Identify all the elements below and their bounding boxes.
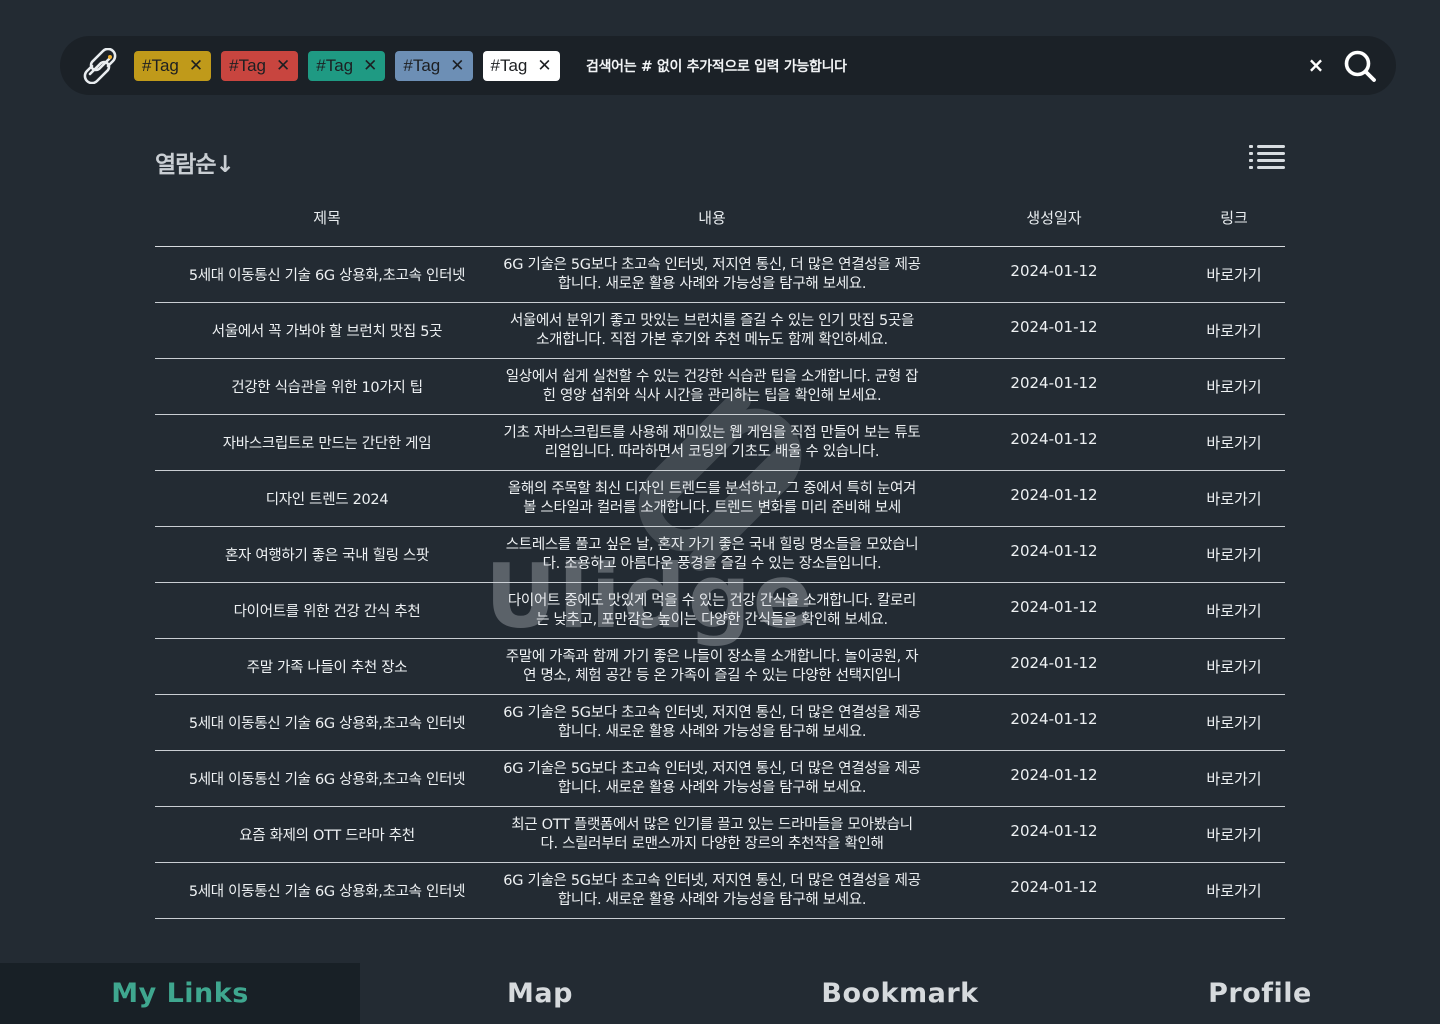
table-row[interactable]: 혼자 여행하기 좋은 국내 힐링 스팟 스트레스를 풀고 싶은 날, 혼자 가기 … (155, 527, 1285, 583)
row-content: 6G 기술은 5G보다 초고속 인터넷, 저지연 통신, 더 많은 연결성을 제… (503, 704, 921, 740)
row-link[interactable]: 바로가기 (1183, 320, 1285, 341)
header-date: 생성일자 (1026, 208, 1082, 227)
sort-dropdown[interactable]: 열람순↓ (155, 145, 235, 179)
tag-chip[interactable]: #Tag ✕ (221, 51, 299, 81)
row-date: 2024-01-12 (1010, 542, 1098, 560)
table-row[interactable]: 건강한 식습관을 위한 10가지 팁 일상에서 쉽게 실천할 수 있는 건강한 식… (155, 359, 1285, 415)
row-content: 일상에서 쉽게 실천할 수 있는 건강한 식습관 팁을 소개합니다. 균형 잡힌… (505, 368, 919, 404)
row-date: 2024-01-12 (1010, 766, 1098, 784)
row-date: 2024-01-12 (1010, 654, 1098, 672)
tag-chip[interactable]: #Tag ✕ (134, 51, 212, 81)
nav-item-my-links[interactable]: My Links (0, 963, 360, 1024)
row-content: 스트레스를 풀고 싶은 날, 혼자 가기 좋은 국내 힐링 명소들을 모았습니다… (505, 536, 919, 572)
row-title: 혼자 여행하기 좋은 국내 힐링 스팟 (224, 548, 430, 564)
nav-item-map[interactable]: Map (360, 963, 720, 1024)
link-logo-icon[interactable] (82, 48, 118, 84)
table-row[interactable]: 5세대 이동통신 기술 6G 상용화,초고속 인터넷 6G 기술은 5G보다 초고… (155, 247, 1285, 303)
search-bar: #Tag ✕ #Tag ✕ #Tag ✕ #Tag ✕ #Tag ✕ 검색어는 # 없이 추가적으… (60, 36, 1396, 95)
tag-chip[interactable]: #Tag ✕ (308, 51, 386, 81)
row-date: 2024-01-12 (1010, 430, 1098, 448)
row-content: 기초 자바스크립트를 사용해 재미있는 웹 게임을 직접 만들어 보는 튜토리얼… (503, 424, 921, 460)
row-link[interactable]: 바로가기 (1183, 880, 1285, 901)
tag-label: #Tag (316, 56, 354, 75)
row-content: 서울에서 분위기 좋고 맛있는 브런치를 즐길 수 있는 인기 맛집 5곳을 소… (509, 312, 915, 348)
nav-item-bookmark[interactable]: Bookmark (720, 963, 1080, 1024)
tag-label: #Tag (490, 56, 528, 75)
row-link[interactable]: 바로가기 (1183, 264, 1285, 285)
row-link[interactable]: 바로가기 (1183, 656, 1285, 677)
header-title: 제목 (313, 208, 341, 227)
row-title: 5세대 이동통신 기술 6G 상용화,초고속 인터넷 (188, 884, 466, 900)
row-title: 5세대 이동통신 기술 6G 상용화,초고속 인터넷 (188, 268, 466, 284)
row-date: 2024-01-12 (1010, 318, 1098, 336)
row-title: 다이어트를 위한 건강 간식 추천 (233, 604, 421, 620)
nav-item-profile[interactable]: Profile (1080, 963, 1440, 1024)
row-date: 2024-01-12 (1010, 710, 1098, 728)
row-date: 2024-01-12 (1010, 374, 1098, 392)
row-date: 2024-01-12 (1010, 486, 1098, 504)
links-table: 제목 내용 생성일자 링크 5세대 이동통신 기술 6G 상용화,초고속 인터넷… (155, 188, 1285, 919)
tag-label: #Tag (403, 56, 441, 75)
tag-remove-icon[interactable]: ✕ (537, 57, 551, 75)
row-date: 2024-01-12 (1010, 598, 1098, 616)
row-link[interactable]: 바로가기 (1183, 600, 1285, 621)
row-content: 6G 기술은 5G보다 초고속 인터넷, 저지연 통신, 더 많은 연결성을 제… (503, 760, 921, 796)
row-content: 주말에 가족과 함께 가기 좋은 나들이 장소를 소개합니다. 놀이공원, 자연… (505, 648, 919, 684)
row-title: 건강한 식습관을 위한 10가지 팁 (231, 380, 423, 396)
table-row[interactable]: 5세대 이동통신 기술 6G 상용화,초고속 인터넷 6G 기술은 5G보다 초고… (155, 863, 1285, 919)
bottom-nav: My Links Map Bookmark Profile (0, 963, 1440, 1024)
tag-label: #Tag (142, 56, 179, 75)
tag-remove-icon[interactable]: ✕ (276, 57, 290, 75)
tag-chip[interactable]: #Tag ✕ (482, 51, 560, 81)
header-content: 내용 (698, 208, 726, 227)
row-title: 5세대 이동통신 기술 6G 상용화,초고속 인터넷 (188, 772, 466, 788)
row-date: 2024-01-12 (1010, 822, 1098, 840)
row-title: 서울에서 꼭 가봐야 할 브런치 맛집 5곳 (211, 324, 443, 340)
table-body: 5세대 이동통신 기술 6G 상용화,초고속 인터넷 6G 기술은 5G보다 초고… (155, 247, 1285, 919)
tag-chip[interactable]: #Tag ✕ (395, 51, 473, 81)
table-row[interactable]: 5세대 이동통신 기술 6G 상용화,초고속 인터넷 6G 기술은 5G보다 초고… (155, 751, 1285, 807)
row-date: 2024-01-12 (1010, 262, 1098, 280)
row-link[interactable]: 바로가기 (1183, 544, 1285, 565)
row-link[interactable]: 바로가기 (1183, 712, 1285, 733)
tag-remove-icon[interactable]: ✕ (189, 57, 203, 75)
tag-remove-icon[interactable]: ✕ (363, 57, 377, 75)
row-content: 6G 기술은 5G보다 초고속 인터넷, 저지연 통신, 더 많은 연결성을 제… (503, 256, 921, 292)
row-content: 6G 기술은 5G보다 초고속 인터넷, 저지연 통신, 더 많은 연결성을 제… (503, 872, 921, 908)
tag-remove-icon[interactable]: ✕ (450, 57, 464, 75)
header-link: 링크 (1220, 208, 1248, 227)
table-row[interactable]: 다이어트를 위한 건강 간식 추천 다이어트 중에도 맛있게 먹을 수 있는 건강… (155, 583, 1285, 639)
row-link[interactable]: 바로가기 (1183, 376, 1285, 397)
row-content: 다이어트 중에도 맛있게 먹을 수 있는 건강 간식을 소개합니다. 칼로리는 … (507, 592, 917, 628)
row-content: 올해의 주목할 최신 디자인 트렌드를 분석하고, 그 중에서 특히 눈여겨볼 … (507, 480, 917, 516)
row-title: 자바스크립트로 만드는 간단한 게임 (222, 436, 432, 452)
list-view-icon[interactable] (1249, 143, 1285, 171)
table-row[interactable]: 자바스크립트로 만드는 간단한 게임 기초 자바스크립트를 사용해 재미있는 웹 … (155, 415, 1285, 471)
row-title: 5세대 이동통신 기술 6G 상용화,초고속 인터넷 (188, 716, 466, 732)
row-content: 최근 OTT 플랫폼에서 많은 인기를 끌고 있는 드라마들을 모아봤습니다. … (511, 816, 913, 852)
search-hint[interactable]: 검색어는 # 없이 추가적으로 입력 가능합니다 (586, 56, 847, 76)
tag-list: #Tag ✕ #Tag ✕ #Tag ✕ #Tag ✕ #Tag ✕ (134, 51, 560, 81)
table-header: 제목 내용 생성일자 링크 (155, 188, 1285, 247)
table-row[interactable]: 요즘 화제의 OTT 드라마 추천 최근 OTT 플랫폼에서 많은 인기를 끌고 … (155, 807, 1285, 863)
clear-icon[interactable]: × (1306, 55, 1326, 75)
row-title: 주말 가족 나들이 추천 장소 (246, 660, 408, 676)
table-row[interactable]: 5세대 이동통신 기술 6G 상용화,초고속 인터넷 6G 기술은 5G보다 초고… (155, 695, 1285, 751)
row-link[interactable]: 바로가기 (1183, 824, 1285, 845)
row-link[interactable]: 바로가기 (1183, 768, 1285, 789)
row-title: 디자인 트렌드 2024 (265, 492, 389, 508)
table-row[interactable]: 주말 가족 나들이 추천 장소 주말에 가족과 함께 가기 좋은 나들이 장소를 … (155, 639, 1285, 695)
row-date: 2024-01-12 (1010, 878, 1098, 896)
row-link[interactable]: 바로가기 (1183, 488, 1285, 509)
row-link[interactable]: 바로가기 (1183, 432, 1285, 453)
table-row[interactable]: 디자인 트렌드 2024 올해의 주목할 최신 디자인 트렌드를 분석하고, 그 … (155, 471, 1285, 527)
row-title: 요즘 화제의 OTT 드라마 추천 (239, 828, 415, 844)
search-icon[interactable] (1343, 49, 1377, 83)
table-row[interactable]: 서울에서 꼭 가봐야 할 브런치 맛집 5곳 서울에서 분위기 좋고 맛있는 브런… (155, 303, 1285, 359)
tag-label: #Tag (229, 56, 266, 75)
